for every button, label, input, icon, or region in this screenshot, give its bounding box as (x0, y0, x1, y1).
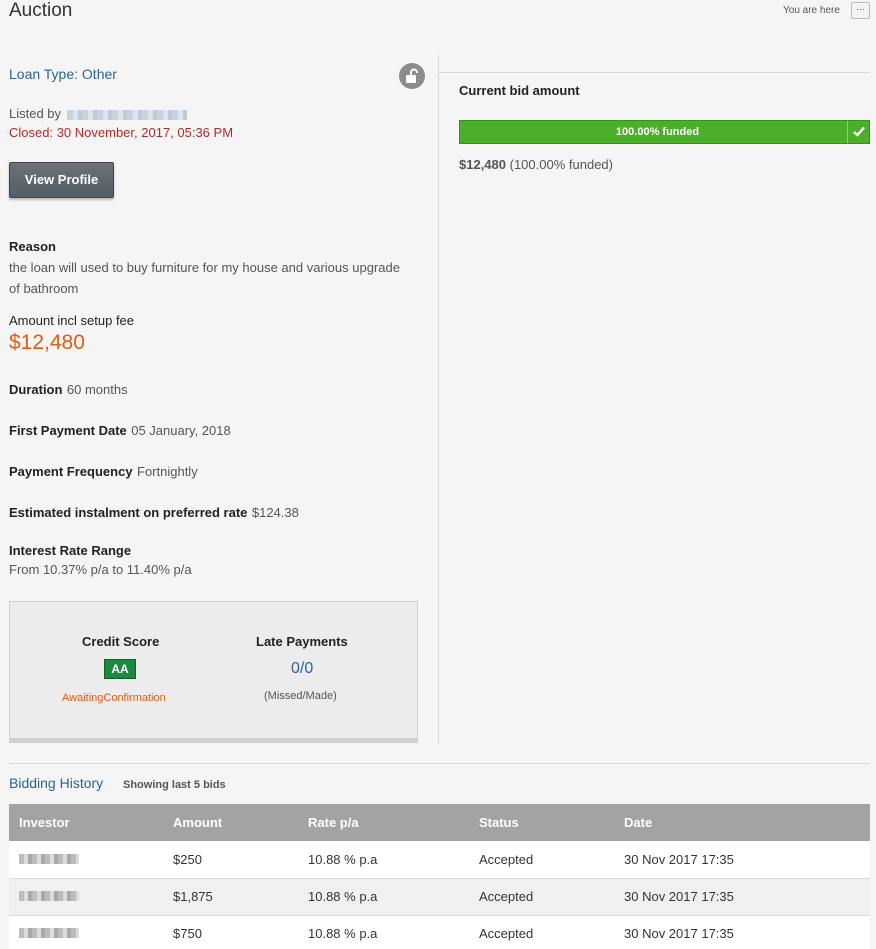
current-bid-title: Current bid amount (459, 83, 580, 98)
status-cell: Accepted (469, 878, 614, 916)
interest-rate-label: Interest Rate Range (9, 543, 132, 558)
column-header-amount[interactable]: Amount (163, 804, 298, 841)
column-divider (438, 55, 439, 743)
payment-frequency-row: Payment Frequency Fortnightly (9, 463, 198, 481)
status-cell: Accepted (469, 841, 614, 879)
listed-by: Listed by (9, 106, 188, 121)
amount-label: Amount incl setup fee (9, 313, 135, 328)
funding-progress-label: 100.00% funded (615, 126, 700, 138)
column-header-investor[interactable]: Investor (9, 804, 163, 841)
payment-frequency-value: Fortnightly (137, 464, 198, 479)
date-cell: 30 Nov 2017 17:35 (614, 878, 870, 916)
date-cell: 30 Nov 2017 17:35 (614, 915, 870, 949)
bidding-history-title: Bidding History (9, 775, 104, 791)
column-header-date[interactable]: Date (614, 804, 870, 841)
investor-cell (9, 915, 163, 949)
breadcrumb-more-button[interactable]: ··· (851, 2, 870, 19)
loan-type-title: Loan Type: Other (9, 66, 117, 82)
rate-cell: 10.88 % p.a (298, 841, 469, 879)
investor-cell (9, 841, 163, 879)
table-row: $1,875 10.88 % p.a Accepted 30 Nov 2017 … (9, 878, 870, 916)
breadcrumb-label: You are here (783, 5, 840, 16)
date-cell: 30 Nov 2017 17:35 (614, 841, 870, 879)
rate-cell: 10.88 % p.a (298, 878, 469, 916)
first-payment-label: First Payment Date (9, 423, 127, 438)
unlock-icon[interactable] (399, 63, 425, 89)
investor-name-redacted[interactable] (19, 891, 79, 901)
first-payment-value: 05 January, 2018 (131, 423, 231, 438)
payment-frequency-label: Payment Frequency (9, 464, 133, 479)
reason-text: the loan will used to buy furniture for … (9, 260, 400, 296)
check-icon (847, 121, 869, 143)
amount-cell: $1,875 (163, 878, 298, 916)
instalment-row: Estimated instalment on preferred rate $… (9, 504, 299, 522)
first-payment-row: First Payment Date 05 January, 2018 (9, 422, 231, 440)
investor-name-redacted[interactable] (19, 853, 79, 864)
instalment-label: Estimated instalment on preferred rate (9, 505, 248, 520)
view-profile-button[interactable]: View Profile (9, 162, 114, 198)
table-row: $250 10.88 % p.a Accepted 30 Nov 2017 17… (9, 841, 870, 879)
amount-cell: $750 (163, 915, 298, 949)
right-top-divider (439, 72, 870, 73)
bidding-history-table: Investor Amount Rate p/a Status Date $25… (9, 804, 870, 949)
column-header-status[interactable]: Status (469, 804, 614, 841)
credit-summary-box: Credit Score AA AwaitingConfirmation Lat… (9, 601, 418, 743)
table-header-row: Investor Amount Rate p/a Status Date (9, 804, 870, 841)
funding-progress-bar: 100.00% funded (459, 120, 870, 144)
status-cell: Accepted (469, 915, 614, 949)
bidding-history-subtitle: Showing last 5 bids (123, 779, 226, 791)
credit-status: AwaitingConfirmation (62, 692, 166, 704)
column-header-rate[interactable]: Rate p/a (298, 804, 469, 841)
late-payments-sub: (Missed/Made) (264, 690, 337, 702)
investor-cell (9, 878, 163, 916)
credit-score-label: Credit Score (82, 634, 160, 649)
listed-by-label: Listed by (9, 106, 62, 121)
lister-name-redacted[interactable] (67, 109, 188, 120)
bid-summary-note: (100.00% funded) (509, 157, 613, 172)
reason-label: Reason (9, 239, 56, 254)
amount-value: $12,480 (9, 331, 85, 354)
table-row: $750 10.88 % p.a Accepted 30 Nov 2017 17… (9, 915, 870, 949)
page-title: Auction (9, 0, 73, 21)
duration-row: Duration 60 months (9, 381, 128, 399)
instalment-value: $124.38 (251, 505, 299, 520)
late-payments-value: 0/0 (291, 660, 314, 677)
section-divider (9, 763, 870, 764)
investor-name-redacted[interactable] (19, 928, 79, 938)
bid-summary: $12,480 (100.00% funded) (459, 157, 613, 172)
rate-cell: 10.88 % p.a (298, 915, 469, 949)
interest-rate-value: From 10.37% p/a to 11.40% p/a (9, 562, 192, 577)
closed-date: Closed: 30 November, 2017, 05:36 PM (9, 125, 234, 140)
late-payments-label: Late Payments (256, 634, 348, 649)
amount-cell: $250 (163, 841, 298, 879)
duration-value: 60 months (66, 382, 128, 397)
bid-summary-amount: $12,480 (459, 157, 506, 172)
credit-grade-badge: AA (104, 659, 136, 679)
duration-label: Duration (9, 382, 63, 397)
